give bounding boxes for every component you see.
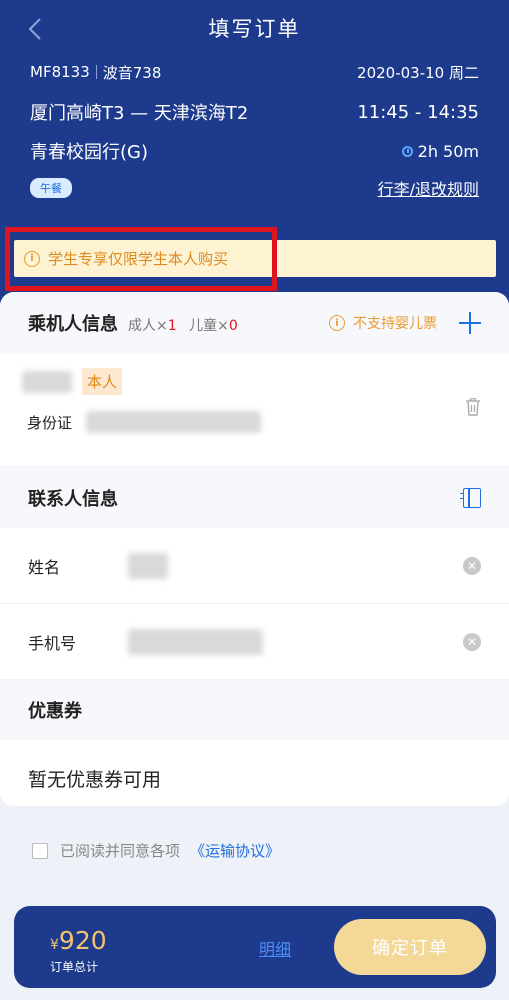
notice-highlight-box bbox=[5, 227, 277, 291]
aircraft-type: 波音738 bbox=[102, 63, 162, 82]
back-button[interactable] bbox=[20, 14, 50, 44]
name-label: 姓名 bbox=[28, 557, 61, 577]
phone-label: 手机号 bbox=[28, 633, 77, 653]
flight-info: MF8133 波音738 2020-03-10 周二 厦门高崎T3 — 天津滨海… bbox=[30, 58, 479, 206]
baggage-rules-link[interactable]: 行李/退改规则 bbox=[378, 176, 479, 200]
clear-icon[interactable]: ✕ bbox=[463, 632, 481, 651]
flight-number: MF8133 bbox=[30, 63, 90, 81]
price-amount: 920 bbox=[58, 926, 107, 955]
passenger-count: 成人×1 儿童×0 bbox=[128, 315, 238, 335]
passenger-item[interactable]: 本人 身份证 bbox=[0, 354, 509, 466]
meal-badge: 午餐 bbox=[30, 178, 72, 198]
contacts-book-icon[interactable] bbox=[460, 487, 481, 508]
agreement-text: 已阅读并同意各项 bbox=[60, 842, 181, 860]
flight-route: 厦门高崎T3 — 天津滨海T2 bbox=[30, 103, 249, 124]
page-title: 填写订单 bbox=[208, 17, 301, 41]
total-label: 订单总计 bbox=[50, 960, 99, 974]
chevron-left-icon bbox=[28, 18, 41, 40]
agree-checkbox[interactable] bbox=[32, 842, 48, 859]
clear-icon[interactable]: ✕ bbox=[463, 556, 481, 575]
agreement-row: 已阅读并同意各项 《运输协议》 bbox=[32, 840, 280, 861]
flight-date: 2020-03-10 周二 bbox=[357, 63, 479, 82]
bottom-bar: ¥920 订单总计 明细 确定订单 bbox=[14, 906, 496, 988]
infant-note: i 不支持婴儿票 bbox=[329, 313, 437, 333]
transport-agreement-link[interactable]: 《运输协议》 bbox=[190, 840, 280, 861]
divider bbox=[95, 65, 97, 79]
contact-section-title: 联系人信息 bbox=[28, 488, 118, 510]
id-type-label: 身份证 bbox=[27, 413, 73, 432]
total-price: ¥920 bbox=[50, 926, 107, 955]
passenger-section-header: 乘机人信息 成人×1 儿童×0 i 不支持婴儿票 bbox=[0, 292, 509, 354]
confirm-order-button[interactable]: 确定订单 bbox=[334, 919, 486, 975]
nav-bar: 填写订单 bbox=[0, 8, 509, 48]
infant-note-text: 不支持婴儿票 bbox=[353, 316, 437, 332]
currency-symbol: ¥ bbox=[50, 937, 59, 953]
info-icon: i bbox=[329, 315, 345, 331]
add-passenger-icon[interactable] bbox=[459, 312, 481, 334]
self-tag: 本人 bbox=[82, 368, 123, 395]
duration-text: 2h 50m bbox=[417, 141, 479, 161]
contact-section-header: 联系人信息 bbox=[0, 466, 509, 528]
coupon-empty: 暂无优惠券可用 bbox=[0, 740, 509, 806]
name-value-blurred[interactable] bbox=[128, 552, 168, 579]
adult-count: 1 bbox=[167, 318, 177, 334]
fare-product: 青春校园行(G) bbox=[30, 142, 148, 163]
contact-phone-field[interactable]: 手机号 ✕ bbox=[0, 604, 509, 680]
passenger-name-blurred bbox=[22, 370, 72, 393]
adult-label: 成人× bbox=[128, 318, 168, 334]
clock-icon bbox=[401, 145, 413, 157]
passenger-section-title: 乘机人信息 bbox=[28, 314, 118, 335]
coupon-section-title: 优惠券 bbox=[28, 701, 82, 722]
price-detail-link[interactable]: 明细 bbox=[259, 936, 291, 960]
child-count: 0 bbox=[228, 318, 238, 334]
order-form-card: 乘机人信息 成人×1 儿童×0 i 不支持婴儿票 本人 身份证 联系人信息 姓名… bbox=[0, 292, 509, 806]
coupon-section-header: 优惠券 bbox=[0, 680, 509, 740]
flight-time: 11:45 - 14:35 bbox=[357, 101, 479, 123]
child-label: 儿童× bbox=[189, 318, 229, 334]
id-number-blurred bbox=[86, 411, 262, 433]
trash-icon[interactable] bbox=[465, 398, 481, 416]
contact-name-field[interactable]: 姓名 ✕ bbox=[0, 528, 509, 604]
phone-value-blurred[interactable] bbox=[128, 628, 263, 655]
flight-duration: 2h 50m bbox=[401, 141, 479, 161]
